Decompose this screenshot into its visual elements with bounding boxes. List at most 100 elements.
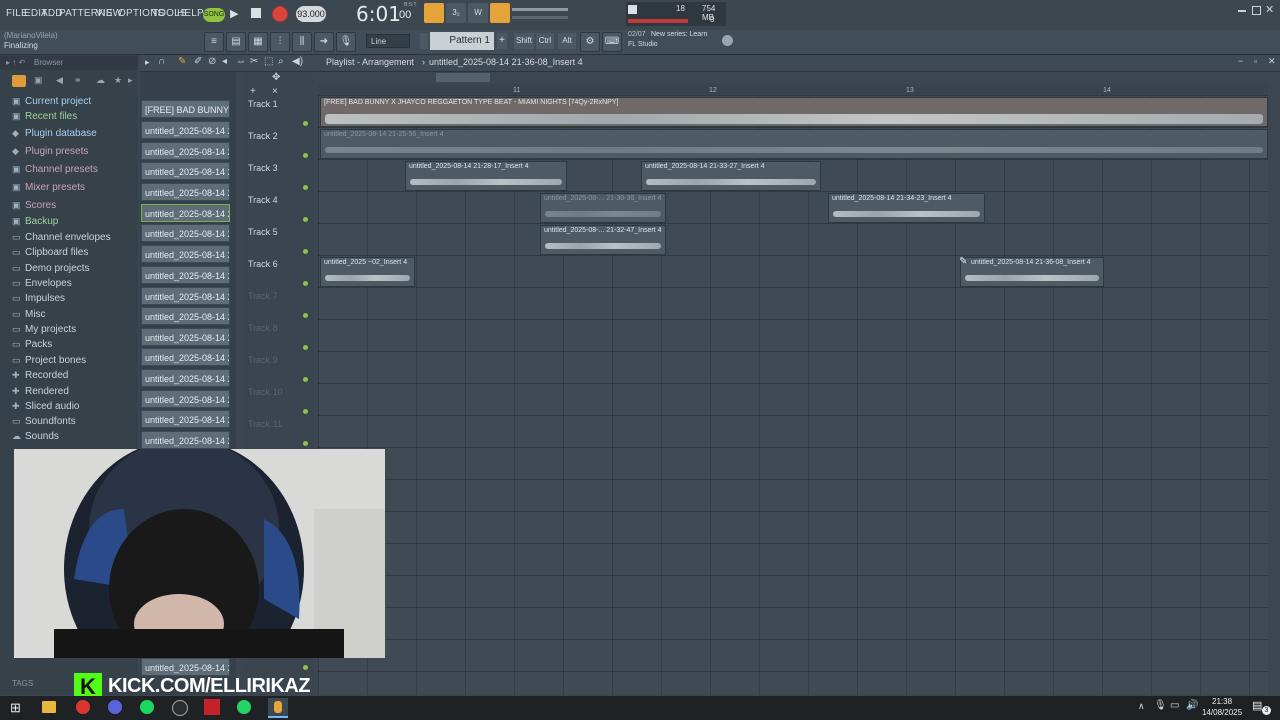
- audio-clip[interactable]: untitled_2025-08-14 21-33-27_Insert 4: [641, 161, 821, 191]
- globe-icon[interactable]: [722, 35, 733, 46]
- track-name[interactable]: Track 7: [248, 291, 278, 301]
- track-active-led[interactable]: [303, 121, 308, 126]
- track-name[interactable]: Track 10: [248, 387, 283, 397]
- star-icon[interactable]: ★: [114, 75, 122, 86]
- track-name[interactable]: Track 4: [248, 195, 278, 205]
- ctrl-key-button[interactable]: Ctrl: [536, 33, 554, 49]
- tempo-display[interactable]: 93.000: [296, 6, 326, 22]
- delete-icon[interactable]: ⊘: [208, 56, 216, 67]
- tray-expand-icon[interactable]: ∧: [1138, 701, 1145, 712]
- pattern-item[interactable]: untitled_2025-08-14 21-...: [141, 162, 230, 180]
- minimize-icon[interactable]: [1238, 10, 1246, 12]
- audio-clip[interactable]: untitled_2025-08-14 21-28-17_Insert 4: [405, 161, 567, 191]
- browser-item-project-bones[interactable]: ▭ Project bones: [12, 355, 86, 366]
- pattern-item[interactable]: untitled_2025-08-14 21-...: [141, 369, 230, 387]
- step-edit-icon[interactable]: 3₂: [446, 3, 466, 23]
- browser-item-channel-presets[interactable]: ▣ Channel presets: [12, 164, 98, 175]
- microphone-icon[interactable]: 🎙: [336, 32, 356, 52]
- master-pitch-slider[interactable]: [512, 16, 568, 19]
- pattern-selector[interactable]: Pattern 1: [430, 32, 494, 50]
- track-name[interactable]: Track 3: [248, 163, 278, 173]
- channel-rack-icon[interactable]: ▦: [248, 32, 268, 52]
- menu-help[interactable]: HELP: [177, 8, 204, 19]
- magnet-icon[interactable]: ∩: [158, 56, 165, 67]
- playlist-icon[interactable]: ≡: [204, 32, 224, 52]
- track-name[interactable]: Track 11: [248, 419, 282, 429]
- track-active-led[interactable]: [303, 281, 308, 286]
- plugin-picker-icon[interactable]: ⫼: [292, 32, 312, 52]
- audio-clip[interactable]: untitled_2025-08-14 21-36-08_Insert 4: [960, 257, 1104, 287]
- browser-item-impulses[interactable]: ▭ Impulses: [12, 293, 65, 304]
- track-active-led[interactable]: [303, 665, 308, 670]
- brush-icon[interactable]: ✐: [194, 56, 202, 67]
- track-active-led[interactable]: [303, 249, 308, 254]
- voice-app-icon[interactable]: [204, 699, 220, 715]
- song-time[interactable]: 6:01: [356, 2, 401, 26]
- obs-icon[interactable]: [172, 700, 188, 716]
- file-explorer-icon[interactable]: [42, 701, 56, 713]
- gear-icon[interactable]: ⚙: [580, 32, 600, 52]
- browser-item-plugin-database[interactable]: ◆ Plugin database: [12, 128, 97, 139]
- fl-studio-taskbar-icon[interactable]: [268, 698, 288, 718]
- audio-clip[interactable]: untitled_2025 ~02_Insert 4: [320, 257, 415, 287]
- play-icon[interactable]: ▶: [230, 7, 244, 21]
- arrow-right-icon[interactable]: ▸: [128, 75, 133, 86]
- browser-item-recent-files[interactable]: ▣ Recent files: [12, 111, 77, 122]
- pattern-item-selected[interactable]: untitled_2025-08-14 21-...: [141, 204, 230, 222]
- spotify-icon[interactable]: [140, 700, 154, 714]
- move-icon[interactable]: ✥: [272, 72, 280, 83]
- close-icon[interactable]: ✕: [1268, 56, 1276, 67]
- slice-icon[interactable]: ✂: [250, 56, 258, 67]
- opera-icon[interactable]: [76, 700, 90, 714]
- news-title[interactable]: New series: Learn: [651, 31, 707, 38]
- tags-label[interactable]: TAGS: [12, 679, 33, 688]
- back-icon[interactable]: ◀: [56, 75, 63, 86]
- restore-icon[interactable]: [1252, 6, 1261, 15]
- maximize-icon[interactable]: ▫: [1254, 56, 1257, 66]
- pattern-item[interactable]: untitled_2025-08-14 21-...: [141, 410, 230, 428]
- track-active-led[interactable]: [303, 313, 308, 318]
- track-active-led[interactable]: [303, 409, 308, 414]
- remove-track-icon[interactable]: ×: [272, 86, 278, 97]
- pattern-item[interactable]: untitled_2025-08-14 21-...: [141, 266, 230, 284]
- track-name[interactable]: Track 2: [248, 131, 278, 141]
- track-active-led[interactable]: [303, 153, 308, 158]
- close-icon[interactable]: ✕: [1265, 3, 1274, 16]
- arrow-right-icon[interactable]: ➜: [314, 32, 334, 52]
- countdown-icon[interactable]: [490, 3, 510, 23]
- alt-key-button[interactable]: Alt: [558, 33, 576, 49]
- track-active-led[interactable]: [303, 185, 308, 190]
- browser-item-clipboard-files[interactable]: ▭ Clipboard files: [12, 247, 88, 258]
- browser-view-icon[interactable]: [12, 75, 26, 87]
- browser-item-demo-projects[interactable]: ▭ Demo projects: [12, 263, 89, 274]
- browser-item-sounds[interactable]: ☁ Sounds: [12, 431, 59, 442]
- pencil-icon[interactable]: ✎: [178, 56, 186, 67]
- discord-icon[interactable]: [108, 700, 122, 714]
- pattern-item[interactable]: untitled_2025-08-14 21-...: [141, 390, 230, 408]
- stop-icon[interactable]: [251, 8, 261, 18]
- pattern-item[interactable]: untitled_2025-08-14 21-...: [141, 287, 230, 305]
- pattern-item[interactable]: untitled_2025-08-14 21-...: [141, 183, 230, 201]
- browser-item-current-project[interactable]: ▣ Current project: [12, 96, 91, 107]
- collapse-icon[interactable]: ▣: [34, 75, 43, 86]
- metronome-icon[interactable]: [424, 3, 444, 23]
- browser-nav-icon[interactable]: ▸ ↑ ↶: [6, 58, 25, 67]
- pattern-item[interactable]: untitled_2025-08-14 21-...: [141, 121, 230, 139]
- track-name[interactable]: Track 5: [248, 227, 278, 237]
- song-mode-toggle[interactable]: SONG: [203, 8, 225, 22]
- browser-item-sliced-audio[interactable]: ✚ Sliced audio: [12, 401, 79, 412]
- browser-item-envelopes[interactable]: ▭ Envelopes: [12, 278, 72, 289]
- wait-input-icon[interactable]: W: [468, 3, 488, 23]
- audio-clip[interactable]: [FREE] BAD BUNNY X JHAYCO REGGAETON TYPE…: [320, 97, 1268, 127]
- pattern-prev-icon[interactable]: [420, 33, 428, 49]
- pattern-item[interactable]: untitled_2025-08-14 21-...: [141, 224, 230, 242]
- minimize-icon[interactable]: −: [1238, 56, 1243, 66]
- pattern-item[interactable]: untitled_2025-08-14 21-...: [141, 245, 230, 263]
- track-name[interactable]: Track 1: [248, 99, 278, 109]
- playlist-menu-icon[interactable]: ▸: [145, 57, 150, 68]
- browser-item-mixer-presets[interactable]: ▣ Mixer presets: [12, 182, 85, 193]
- browser-item-soundfonts[interactable]: ▭ Soundfonts: [12, 416, 76, 427]
- track-active-led[interactable]: [303, 377, 308, 382]
- audio-clip[interactable]: untitled_2025-08-... 21-32-47_Insert 4: [540, 225, 666, 255]
- volume-icon[interactable]: 🔊: [1186, 700, 1198, 711]
